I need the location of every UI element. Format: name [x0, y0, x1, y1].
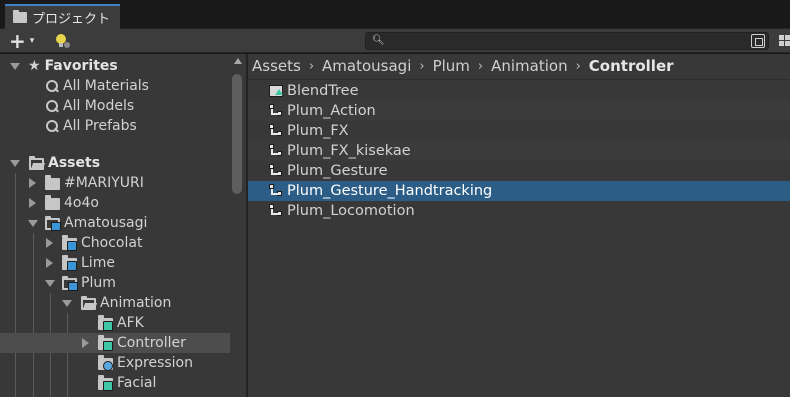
breadcrumb-separator-icon: ›: [477, 58, 484, 74]
search-input[interactable]: [386, 33, 746, 49]
breadcrumb-separator-icon: ›: [575, 58, 581, 74]
expand-arrow-icon[interactable]: [46, 258, 53, 268]
file-item-blendtree[interactable]: BlendTree: [248, 81, 790, 101]
search-by-type-icon[interactable]: [751, 34, 765, 48]
tree-item-mariyuri[interactable]: #MARIYURI: [0, 173, 230, 193]
expand-arrow-icon[interactable]: [29, 198, 36, 208]
tree-item-4o4o[interactable]: 4o4o: [0, 193, 230, 213]
file-item-plum-gesture-handtracking[interactable]: Plum_Gesture_Handtracking: [248, 181, 790, 201]
expand-arrow-icon[interactable]: [46, 238, 53, 248]
animator-controller-icon: [269, 204, 284, 218]
search-icon: [46, 79, 59, 93]
favorite-item-all-prefabs[interactable]: All Prefabs: [0, 116, 230, 136]
star-icon: ★: [28, 58, 41, 74]
breadcrumb: Assets › Amatousagi › Plum › Animation ›…: [252, 57, 674, 75]
animator-controller-icon: [269, 164, 284, 178]
tree-item-chocolat[interactable]: Chocolat: [0, 233, 230, 253]
search-icon: 🔍︎: [372, 35, 385, 46]
animator-controller-icon: [269, 144, 284, 158]
prefab-folder-icon: [45, 216, 61, 231]
expand-arrow-icon[interactable]: [82, 338, 89, 348]
lightbulb-icon[interactable]: [53, 32, 73, 50]
file-item-plum-gesture[interactable]: Plum_Gesture: [248, 161, 790, 181]
assets-root[interactable]: Assets: [0, 153, 230, 173]
breadcrumb-item-assets[interactable]: Assets: [252, 57, 301, 75]
blendtree-icon: [269, 84, 284, 98]
expand-arrow-icon[interactable]: [45, 279, 55, 287]
tree-item-afk[interactable]: AFK: [0, 313, 230, 333]
tree-item-facial[interactable]: Facial: [0, 373, 230, 393]
expand-arrow-icon[interactable]: [10, 62, 20, 70]
favorite-item-all-models[interactable]: All Models: [0, 96, 230, 116]
tree-item-lime[interactable]: Lime: [0, 253, 230, 273]
toolbar: + ▾ 🔍︎: [0, 29, 790, 53]
animation-folder-icon: [98, 335, 113, 351]
breadcrumb-item-amatousagi[interactable]: Amatousagi: [322, 57, 411, 75]
prefab-folder-icon: [62, 255, 77, 271]
filter-icon[interactable]: [779, 33, 790, 49]
folder-icon: [45, 195, 60, 210]
prefab-folder-icon: [62, 235, 77, 251]
tab-project[interactable]: プロジェクト: [5, 4, 120, 29]
folder-open-icon: [81, 296, 96, 310]
tree-item-expression[interactable]: Expression: [0, 353, 230, 373]
search-icon: [46, 119, 59, 133]
file-item-plum-fx[interactable]: Plum_FX: [248, 121, 790, 141]
favorite-item-all-materials[interactable]: All Materials: [0, 76, 230, 96]
expand-arrow-icon[interactable]: [62, 299, 72, 307]
animation-folder-icon: [98, 315, 113, 331]
tree-item-animation[interactable]: Animation: [0, 293, 230, 313]
breadcrumb-current[interactable]: Controller: [589, 57, 674, 75]
file-item-plum-locomotion[interactable]: Plum_Locomotion: [248, 201, 790, 221]
folder-icon: [13, 10, 27, 23]
folder-tree-panel: ★ Favorites All Materials All Models All…: [0, 54, 246, 397]
file-list-panel: Assets › Amatousagi › Plum › Animation ›…: [248, 54, 790, 397]
tab-label: プロジェクト: [32, 12, 111, 27]
breadcrumb-separator-icon: ›: [308, 58, 315, 74]
animator-controller-icon: [269, 104, 284, 118]
expand-arrow-icon[interactable]: [10, 159, 20, 167]
add-asset-button[interactable]: + ▾: [9, 31, 47, 51]
tree-item-amatousagi[interactable]: Amatousagi: [0, 213, 230, 233]
folder-open-icon: [29, 156, 44, 170]
folder-icon: [45, 175, 60, 190]
plus-icon: +: [9, 29, 26, 53]
search-icon: [46, 99, 59, 113]
chevron-down-icon: ▾: [29, 36, 35, 46]
breadcrumb-item-animation[interactable]: Animation: [491, 57, 567, 75]
animator-controller-icon: [269, 124, 284, 138]
expression-folder-icon: [98, 355, 113, 371]
expand-arrow-icon[interactable]: [29, 178, 36, 188]
breadcrumb-separator-icon: ›: [419, 58, 425, 74]
prefab-folder-icon: [62, 276, 78, 291]
tree-scrollbar[interactable]: [230, 54, 246, 397]
file-item-plum-fx-kisekae[interactable]: Plum_FX_kisekae: [248, 141, 790, 161]
tab-bar: プロジェクト: [0, 0, 790, 29]
tree-item-controller[interactable]: Controller: [0, 333, 230, 353]
breadcrumb-item-plum[interactable]: Plum: [433, 57, 470, 75]
search-field[interactable]: 🔍︎: [365, 32, 769, 50]
favorites-header[interactable]: ★ Favorites: [0, 56, 230, 76]
expand-arrow-icon[interactable]: [28, 219, 38, 227]
animation-folder-icon: [98, 375, 113, 391]
animator-controller-icon: [269, 184, 284, 198]
scroll-up-arrow-icon[interactable]: [234, 58, 242, 64]
scrollbar-thumb[interactable]: [232, 74, 242, 194]
file-item-plum-action[interactable]: Plum_Action: [248, 101, 790, 121]
tree-item-plum[interactable]: Plum: [0, 273, 230, 293]
